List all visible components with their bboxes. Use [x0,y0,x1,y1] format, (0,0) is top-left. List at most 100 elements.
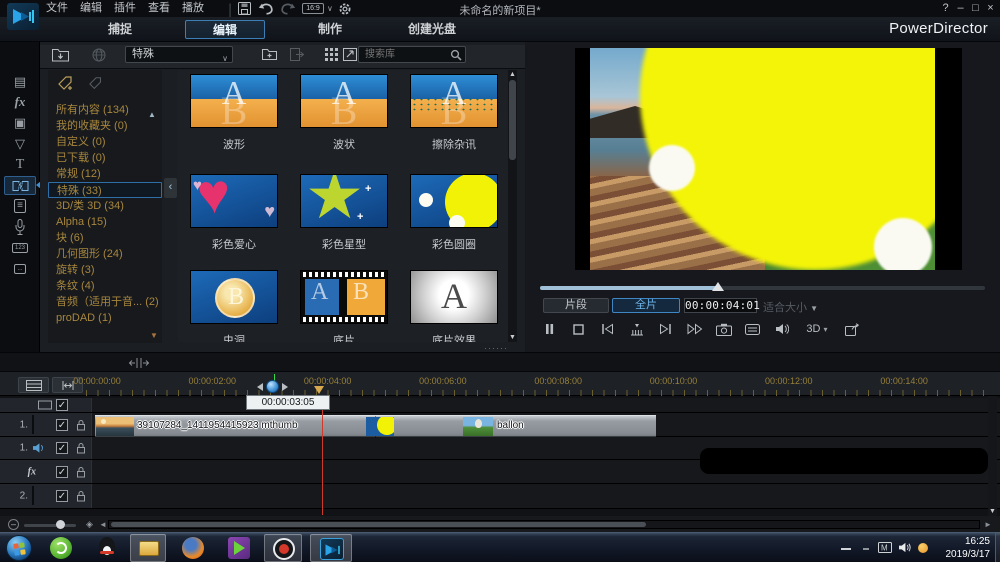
search-icon[interactable] [450,49,462,61]
title-room-icon[interactable]: T [4,155,36,174]
import-media-icon[interactable] [52,46,69,63]
media-room-icon[interactable]: ▤ [4,72,36,91]
step-frame-icon[interactable] [628,321,645,337]
category-0[interactable]: 所有内容 (134) [48,102,162,118]
library-item-circle[interactable]: 彩色圆圈 [410,174,498,228]
category-filter-dropdown[interactable]: 特殊∨ [125,46,233,63]
qq-icon[interactable] [96,537,118,559]
category-4[interactable]: 常规 (12) [48,166,162,182]
menu-item-2[interactable]: 插件 [108,0,142,17]
pause-icon[interactable] [541,321,558,337]
track-lock-icon[interactable] [76,490,86,502]
export-library-icon[interactable] [290,46,304,63]
category-7[interactable]: Alpha (15) [48,214,162,230]
category-scroll-down-icon[interactable]: ▼ [150,331,158,340]
zoom-out-button[interactable]: – [8,519,19,530]
fit-timeline-icon[interactable]: ◈ [84,519,95,530]
undo-icon[interactable] [258,2,274,15]
explorer-taskbar-slot[interactable] [130,534,166,562]
seek-handle[interactable] [712,282,724,291]
search-input[interactable] [363,48,447,61]
library-scrollbar[interactable]: ▲ ▼ [508,70,517,342]
transition-room-icon[interactable] [4,176,36,195]
start-button[interactable] [6,535,32,561]
library-scrollbar-thumb[interactable] [509,80,516,160]
window-restore-button[interactable]: □ [968,1,983,15]
tab-1[interactable]: 编辑 [185,20,265,39]
window-close-button[interactable]: × [983,1,998,15]
collapse-categories-button[interactable]: ‹ [164,178,177,198]
category-11[interactable]: 条纹 (4) [48,278,162,294]
category-3[interactable]: 已下载 (0) [48,150,162,166]
timeline-hscrollbar[interactable] [108,520,980,529]
download-content-icon[interactable] [92,46,106,63]
timeline-scroll-down-icon[interactable]: ▼ [988,508,997,515]
subtitle-room-icon[interactable]: ... [4,259,36,278]
audio-mixing-room-icon[interactable]: ≡ [4,197,36,216]
chapter-room-icon[interactable]: 123 [4,238,36,257]
window-help-button[interactable]: ? [938,1,953,15]
aspect-chevron-icon[interactable]: ∨ [327,4,333,13]
tray-dash-icon[interactable] [862,542,870,552]
tab-0[interactable]: 捕捉 [90,20,150,39]
library-item-noise[interactable]: AB擦除杂讯 [410,74,498,128]
window-minimize-button[interactable]: – [953,1,968,15]
track-enable-checkbox[interactable]: ✓ [56,419,68,431]
volume-tray-icon[interactable] [898,542,911,553]
tab-3[interactable]: 创建光盘 [392,20,472,39]
settings-gear-icon[interactable] [338,2,352,16]
media-player-icon[interactable] [228,537,250,559]
remove-tag-icon[interactable] [89,76,104,91]
powerdirector-taskbar-slot[interactable] [310,534,352,562]
track-manager-button[interactable] [18,377,49,393]
library-item-negative[interactable]: A底片效果 [410,270,498,324]
volume-icon[interactable] [773,321,790,337]
category-1[interactable]: 我的收藏夹 (0) [48,118,162,134]
category-10[interactable]: 旋转 (3) [48,262,162,278]
save-icon[interactable] [238,2,251,15]
3d-mode-icon[interactable]: 3D ▾ [802,321,832,337]
clip-mode-button[interactable]: 片段 [543,298,609,313]
video-track-clips[interactable]: 39107284_1411954415923 mthumb ballon [95,415,656,437]
timeline-marker[interactable] [314,386,324,394]
effect-room-icon[interactable]: fx [4,93,36,112]
panel-splitter[interactable] [0,352,1000,372]
track-lock-icon[interactable] [76,442,86,454]
recorder-taskbar-slot[interactable] [264,534,302,562]
firefox-icon[interactable] [182,537,204,559]
track-lock-icon[interactable] [76,419,86,431]
track-enable-checkbox[interactable]: ✓ [56,490,68,502]
tray-collapse-icon[interactable] [840,542,852,552]
produce-window-icon[interactable] [844,321,861,337]
next-frame-icon[interactable] [657,321,674,337]
zoom-slider[interactable] [24,524,76,527]
preview-timecode[interactable]: 00:00:04:01 [684,298,757,313]
menu-item-1[interactable]: 编辑 [74,0,108,17]
library-item-wave[interactable]: AB波形 [190,74,278,128]
preview-video[interactable] [575,48,962,270]
tab-2[interactable]: 制作 [300,20,360,39]
scroll-up-icon[interactable]: ▲ [508,71,517,78]
redo-icon[interactable] [280,2,296,15]
preview-quality-icon[interactable] [744,321,761,337]
input-method-icon[interactable]: M [878,542,892,553]
menu-item-0[interactable]: 文件 [40,0,74,17]
grid-view-icon[interactable] [325,46,338,63]
category-scroll-up-icon[interactable]: ▲ [148,110,156,119]
snapshot-icon[interactable] [715,321,732,337]
library-item-star[interactable]: ★++彩色星型 [300,174,388,228]
category-12[interactable]: 音频（适用于音... (2) [48,294,162,310]
zoom-slider-handle[interactable] [56,520,65,529]
movie-mode-button[interactable]: 全片 [612,298,680,313]
pip-objects-room-icon[interactable]: ▣ [4,114,36,133]
library-item-wave2[interactable]: AB波状 [300,74,388,128]
fast-forward-icon[interactable] [686,321,703,337]
panel-resize-handle[interactable] [128,357,150,369]
category-5[interactable]: 特殊 (33) [48,182,162,198]
category-8[interactable]: 块 (6) [48,230,162,246]
timeline-vscrollbar[interactable]: ▼ [988,396,997,516]
category-6[interactable]: 3D/类 3D (34) [48,198,162,214]
track-enable-checkbox[interactable]: ✓ [56,442,68,454]
browser-360-icon[interactable] [50,537,72,559]
menu-item-4[interactable]: 播放 [176,0,210,17]
